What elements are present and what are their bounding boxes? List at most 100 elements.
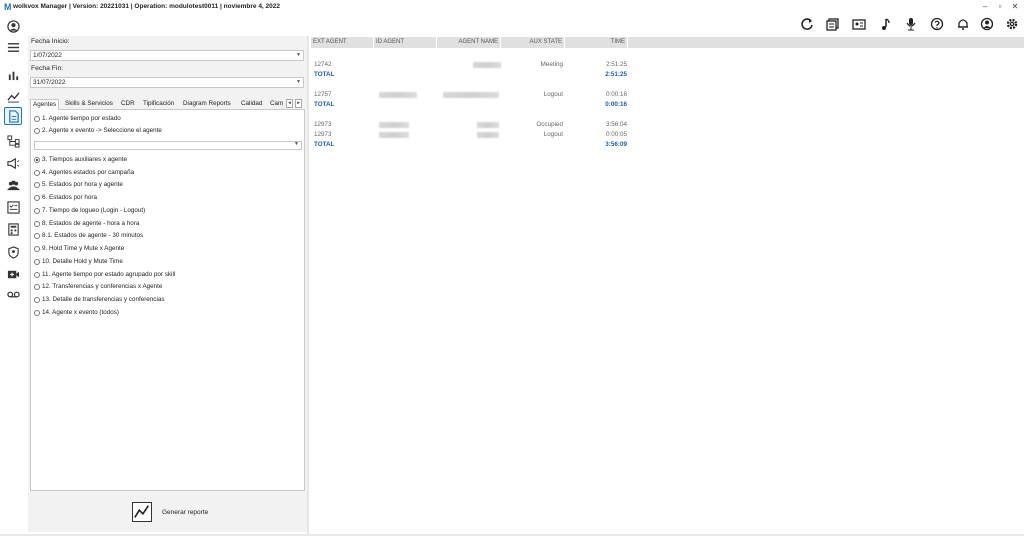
menu-icon[interactable] bbox=[4, 38, 22, 56]
tab-scroll-left-button[interactable]: ◂ bbox=[286, 99, 293, 108]
report-option-label: 8. Estados de agente - hora a hora bbox=[42, 220, 140, 227]
radio-button[interactable] bbox=[34, 309, 40, 316]
app-logo: M bbox=[4, 2, 12, 12]
left-navigation bbox=[0, 14, 26, 536]
checklist-icon[interactable] bbox=[4, 198, 22, 216]
column-header-aux-state[interactable]: AUX STATE bbox=[501, 37, 565, 48]
report-option-6[interactable]: 6. Estados por hora bbox=[34, 194, 97, 201]
report-option-label: 9. Hold Time y Mute x Agente bbox=[42, 245, 125, 252]
generate-report-button[interactable]: Generar reporte bbox=[132, 502, 208, 522]
radio-button-selected[interactable] bbox=[34, 156, 40, 163]
report-option-label: 5. Estados por hora y agente bbox=[42, 181, 123, 188]
tab-cdr[interactable]: CDR bbox=[119, 99, 137, 110]
column-header-ext-agent[interactable]: EXT AGENT bbox=[311, 37, 374, 48]
microphone-icon[interactable] bbox=[904, 17, 918, 31]
cell-ext-agent: 12973 bbox=[314, 131, 332, 138]
report-results-grid: EXT AGENT ID AGENT AGENT NAME AUX STATE … bbox=[311, 37, 1024, 534]
tab-skills-servicios[interactable]: Skills & Servicios bbox=[63, 99, 115, 110]
report-option-1[interactable]: 1. Agente tiempo por estado bbox=[34, 115, 121, 122]
report-option-label: 14. Agente x evento (todos) bbox=[42, 309, 120, 316]
window-title: wolkvox Manager | Version: 20221031 | Op… bbox=[13, 3, 281, 10]
radio-button[interactable] bbox=[34, 207, 40, 214]
end-date-label: Fecha Fin: bbox=[31, 65, 64, 72]
voicemail-icon[interactable] bbox=[4, 285, 22, 303]
cell-total-label: TOTAL bbox=[314, 101, 335, 108]
tab-calidad[interactable]: Calidad bbox=[239, 99, 264, 110]
bar-chart-icon[interactable] bbox=[4, 65, 22, 83]
hierarchy-icon[interactable] bbox=[4, 132, 22, 150]
settings-icon[interactable] bbox=[1005, 17, 1019, 31]
report-option-13[interactable]: 13. Detalle de transferencias y conferen… bbox=[34, 296, 165, 303]
radio-button[interactable] bbox=[34, 258, 40, 265]
music-note-icon[interactable] bbox=[878, 17, 892, 31]
report-option-9[interactable]: 9. Hold Time y Mute x Agente bbox=[34, 245, 124, 252]
maximize-button[interactable]: ▫ bbox=[995, 1, 1005, 13]
shield-user-icon[interactable] bbox=[4, 243, 22, 261]
report-option-12[interactable]: 12. Transferencias y conferencias x Agen… bbox=[34, 283, 162, 290]
user-profile-icon[interactable] bbox=[980, 17, 994, 31]
users-group-icon[interactable] bbox=[4, 176, 22, 194]
start-date-input[interactable]: 1/07/2022 ▼ bbox=[30, 50, 304, 61]
close-button[interactable]: ✕ bbox=[1010, 1, 1020, 13]
help-icon[interactable] bbox=[930, 17, 944, 31]
bell-icon[interactable] bbox=[956, 17, 970, 31]
campaign-icon[interactable] bbox=[4, 154, 22, 172]
redacted-agent-name bbox=[443, 92, 499, 98]
cell-ext-agent: 12973 bbox=[314, 121, 332, 128]
report-option-10[interactable]: 10. Detalle Hold y Mute Time bbox=[34, 258, 123, 265]
radio-button[interactable] bbox=[34, 232, 40, 239]
tab-scroll-right-button[interactable]: ▸ bbox=[295, 99, 302, 108]
chevron-down-icon: ▼ bbox=[296, 79, 301, 85]
radio-button[interactable] bbox=[34, 169, 40, 176]
radio-button[interactable] bbox=[34, 296, 40, 303]
report-option-label: 1. Agente tiempo por estado bbox=[42, 115, 121, 122]
top-toolbar bbox=[0, 14, 1024, 34]
tab-tipificacion[interactable]: Tipificación bbox=[141, 99, 176, 110]
radio-button[interactable] bbox=[34, 181, 40, 188]
start-date-value: 1/07/2022 bbox=[33, 52, 62, 59]
report-option-14[interactable]: 14. Agente x evento (todos) bbox=[34, 309, 119, 316]
column-header-agent-name[interactable]: AGENT NAME bbox=[437, 37, 501, 48]
report-icon[interactable] bbox=[4, 107, 22, 125]
report-option-label: 3. Tiempos auxiliares x agente bbox=[42, 156, 128, 163]
contact-card-icon[interactable] bbox=[852, 17, 866, 31]
user-icon[interactable] bbox=[4, 17, 22, 35]
tab-agentes[interactable]: Agentes bbox=[30, 99, 60, 110]
radio-button[interactable] bbox=[34, 115, 40, 122]
radio-button[interactable] bbox=[34, 220, 40, 227]
radio-button[interactable] bbox=[34, 271, 40, 278]
report-option-7[interactable]: 7. Tiempo de logueo (Login - Logout) bbox=[34, 207, 145, 214]
radio-button[interactable] bbox=[34, 245, 40, 252]
end-date-input[interactable]: 31/07/2022 ▼ bbox=[30, 77, 304, 88]
column-header-time[interactable]: TIME bbox=[565, 37, 628, 48]
redacted-id-agent bbox=[379, 92, 417, 98]
report-option-8-1[interactable]: 8.1. Estados de agente - 30 minutos bbox=[34, 232, 143, 239]
report-option-label: 7. Tiempo de logueo (Login - Logout) bbox=[42, 207, 146, 214]
column-header-id-agent[interactable]: ID AGENT bbox=[374, 37, 437, 48]
radio-button[interactable] bbox=[34, 194, 40, 201]
radio-button[interactable] bbox=[34, 283, 40, 290]
agent-select[interactable]: ▼ bbox=[34, 141, 302, 150]
video-add-icon[interactable] bbox=[4, 265, 22, 283]
radio-button[interactable] bbox=[34, 127, 40, 134]
report-option-3[interactable]: 3. Tiempos auxiliares x agente bbox=[34, 156, 127, 163]
analytics-icon[interactable] bbox=[4, 87, 22, 105]
minimize-button[interactable]: – bbox=[980, 1, 990, 13]
tab-campanas[interactable]: Cam bbox=[268, 99, 285, 110]
copy-report-icon[interactable] bbox=[826, 17, 840, 31]
report-option-4[interactable]: 4. Agentes estados por campaña bbox=[34, 169, 134, 176]
report-option-2[interactable]: 2. Agente x evento -> Seleccione el agen… bbox=[34, 127, 162, 134]
report-option-5[interactable]: 5. Estados por hora y agente bbox=[34, 181, 123, 188]
calculator-icon[interactable] bbox=[4, 220, 22, 238]
cell-total-label: TOTAL bbox=[314, 141, 335, 148]
title-bar: M wolkvox Manager | Version: 20221031 | … bbox=[0, 0, 1024, 14]
line-chart-icon[interactable] bbox=[132, 502, 152, 522]
panel-splitter[interactable] bbox=[307, 36, 309, 534]
end-date-value: 31/07/2022 bbox=[33, 79, 66, 86]
report-option-8[interactable]: 8. Estados de agente - hora a hora bbox=[34, 220, 139, 227]
cell-ext-agent: 12757 bbox=[314, 91, 332, 98]
tab-diagram-reports[interactable]: Diagram Reports bbox=[181, 99, 233, 110]
redacted-agent-name bbox=[477, 132, 499, 138]
refresh-icon[interactable] bbox=[800, 17, 814, 31]
report-option-11[interactable]: 11. Agente tiempo por estado agrupado po… bbox=[34, 271, 175, 278]
